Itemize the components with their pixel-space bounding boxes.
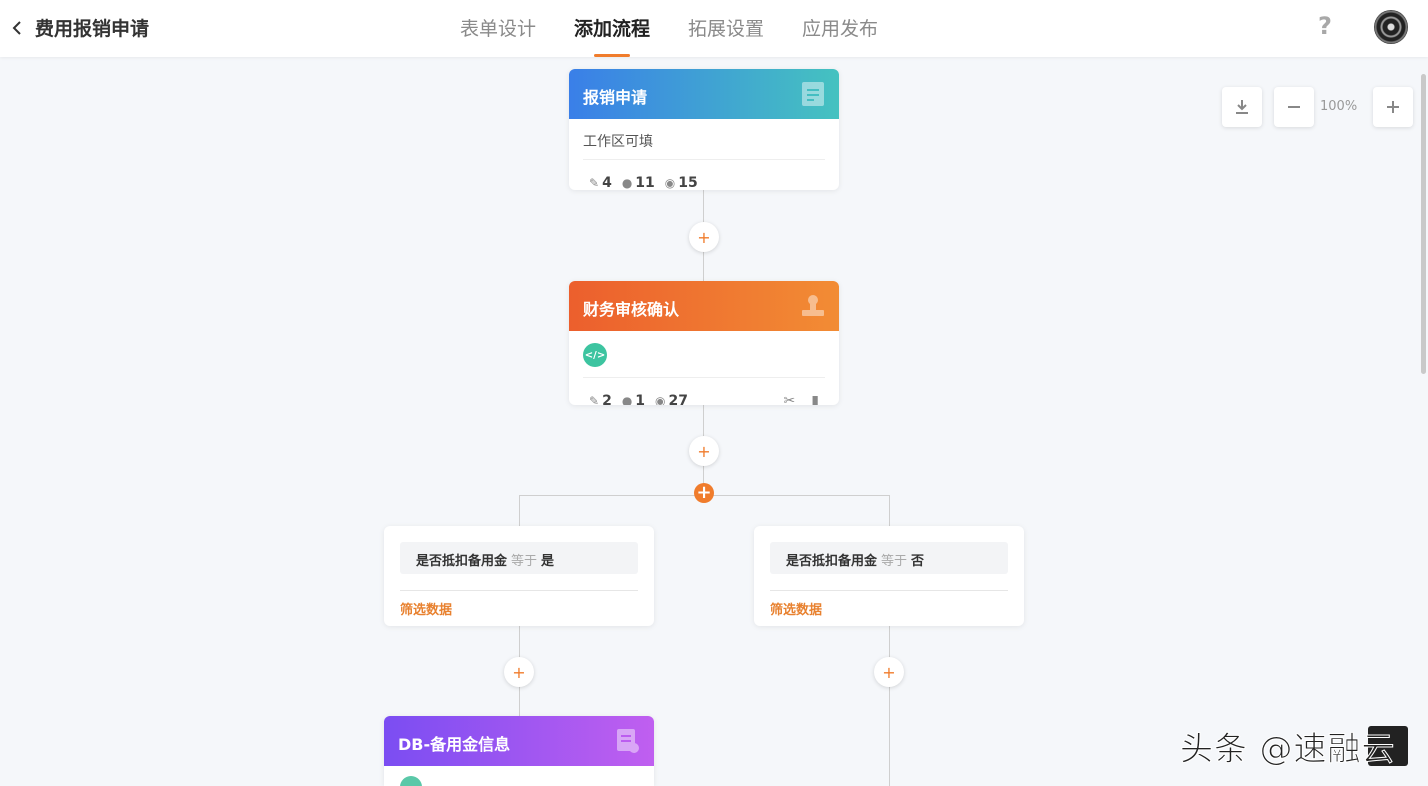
add-branch-button[interactable]: + [694, 483, 714, 503]
condition-field: 是否抵扣备用金 [416, 554, 508, 569]
connector-line [519, 495, 520, 527]
condition-expression: 是否抵扣备用金 等于是 [400, 542, 638, 574]
node-title: 财务审核确认 [583, 300, 680, 319]
condition-value: 是 [541, 554, 555, 569]
add-node-button[interactable]: + [874, 657, 904, 687]
back-arrow-icon[interactable] [8, 16, 28, 40]
zoom-in-button[interactable] [1373, 87, 1413, 127]
zoom-level: 100% [1320, 99, 1358, 114]
node-stats: ✎ 2 ● 1 ◉ 27 ✂ ▮ [569, 378, 839, 405]
node-code-row: </> [583, 343, 825, 378]
divider [770, 590, 1008, 591]
edit-count: 4 [602, 175, 612, 190]
condition-operator: 等于 [881, 554, 908, 569]
tab-extension-settings[interactable]: 拓展设置 [678, 0, 774, 57]
app-title: 费用报销申请 [35, 18, 150, 40]
help-icon[interactable]: ? [1318, 12, 1332, 40]
eye-icon: ◉ [655, 394, 666, 405]
condition-value: 否 [911, 554, 925, 569]
main-tabs: 表单设计 添加流程 拓展设置 应用发布 [450, 0, 906, 57]
comment-icon: ● [621, 394, 633, 405]
top-bar: 费用报销申请 表单设计 添加流程 拓展设置 应用发布 ? [0, 0, 1428, 57]
condition-field: 是否抵扣备用金 [786, 554, 878, 569]
view-count: 15 [678, 175, 698, 190]
branch-condition-right[interactable]: 是否抵扣备用金 等于否 筛选数据 [754, 526, 1024, 626]
branch-condition-left[interactable]: 是否抵扣备用金 等于是 筛选数据 [384, 526, 654, 626]
comment-icon: ● [621, 176, 633, 190]
scissors-icon[interactable]: ✂ [784, 393, 796, 405]
node-title: 报销申请 [583, 88, 648, 107]
plus-icon [1387, 101, 1399, 113]
filter-data-link[interactable]: 筛选数据 [400, 599, 452, 618]
eye-icon: ◉ [664, 176, 676, 190]
download-button[interactable] [1222, 87, 1262, 127]
zoom-out-button[interactable] [1274, 87, 1314, 127]
view-count: 27 [668, 393, 689, 405]
download-icon [1236, 100, 1248, 114]
edit-count: 2 [602, 393, 612, 405]
comment-count: 1 [635, 393, 646, 405]
add-node-button[interactable]: + [689, 222, 719, 252]
node-header: DB-备用金信息 [384, 716, 654, 766]
divider [400, 590, 638, 591]
send-icon [400, 776, 422, 786]
node-header: 财务审核确认 [569, 281, 839, 331]
add-node-button[interactable]: + [689, 436, 719, 466]
node-subtitle: 工作区可填 [583, 131, 825, 160]
watermark-text: 头条 @速融云 [1180, 729, 1396, 769]
code-icon: </> [583, 343, 607, 367]
node-header: 报销申请 [569, 69, 839, 119]
vertical-scrollbar[interactable] [1421, 74, 1426, 374]
condition-expression: 是否抵扣备用金 等于否 [770, 542, 1008, 574]
node-title: DB-备用金信息 [398, 735, 511, 754]
tab-app-publish[interactable]: 应用发布 [792, 0, 888, 57]
connector-line [889, 495, 890, 527]
condition-operator: 等于 [511, 554, 538, 569]
approver-stamp-icon [802, 295, 824, 316]
connector-line [889, 625, 890, 786]
comment-count: 11 [635, 175, 655, 190]
copy-icon[interactable]: ▮ [811, 393, 819, 405]
pencil-icon: ✎ [589, 176, 600, 190]
filter-data-link[interactable]: 筛选数据 [770, 599, 822, 618]
add-node-button[interactable]: + [504, 657, 534, 687]
pencil-icon: ✎ [589, 394, 600, 405]
tab-form-design[interactable]: 表单设计 [450, 0, 546, 57]
form-icon [802, 82, 824, 106]
avatar[interactable] [1374, 10, 1408, 44]
node-stats: ✎ 4 ● 11 ◉ 15 [569, 160, 839, 190]
node-apply[interactable]: 报销申请 工作区可填 ✎ 4 ● 11 ◉ 15 [569, 69, 839, 190]
node-finance-review[interactable]: 财务审核确认 </> ✎ 2 ● 1 ◉ 27 ✂ ▮ [569, 281, 839, 405]
tab-add-process[interactable]: 添加流程 [564, 0, 660, 57]
minus-icon [1288, 106, 1300, 108]
node-db-reserve-info[interactable]: DB-备用金信息 [384, 716, 654, 786]
data-sheet-icon [617, 729, 639, 753]
